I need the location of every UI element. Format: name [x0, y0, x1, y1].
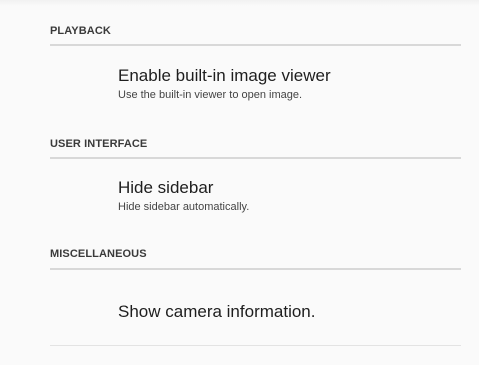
section-header-playback: PLAYBACK — [50, 25, 111, 37]
setting-show-camera-information[interactable]: Show camera information. — [118, 302, 461, 322]
setting-enable-image-viewer[interactable]: Enable built-in image viewer Use the bui… — [118, 66, 461, 102]
cut-off-text — [118, 356, 123, 365]
cut-off-next-item — [50, 340, 461, 365]
setting-title: Hide sidebar — [118, 178, 214, 197]
setting-title: Show camera information. — [118, 302, 316, 321]
setting-title: Enable built-in image viewer — [118, 66, 331, 85]
section-header-miscellaneous: MISCELLANEOUS — [50, 248, 147, 260]
setting-summary: Hide sidebar automatically. — [118, 201, 250, 213]
section-header-user-interface: USER INTERFACE — [50, 138, 148, 150]
setting-summary: Use the built-in viewer to open image. — [118, 89, 303, 101]
section-divider — [50, 157, 461, 159]
top-shadow — [0, 0, 479, 6]
section-divider — [50, 44, 461, 46]
settings-panel: PLAYBACK Enable built-in image viewer Us… — [0, 0, 479, 365]
section-divider — [50, 268, 461, 270]
setting-hide-sidebar[interactable]: Hide sidebar Hide sidebar automatically. — [118, 178, 461, 214]
